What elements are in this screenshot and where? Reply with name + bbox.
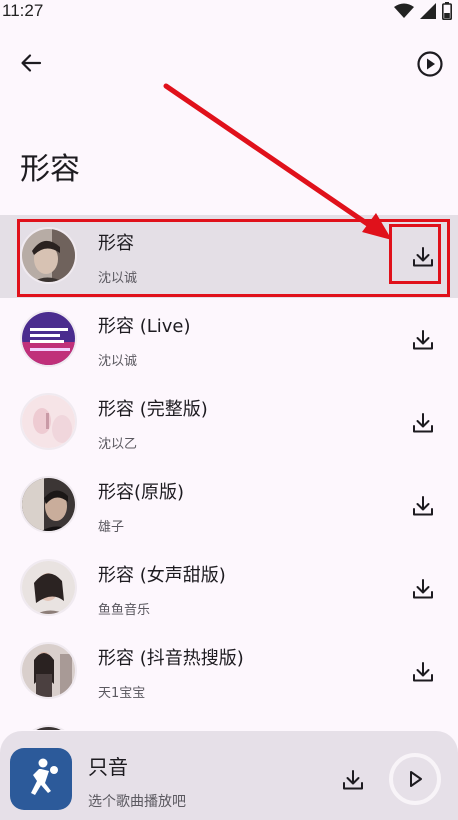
song-artist: 天1宝宝 bbox=[98, 686, 146, 701]
mini-player[interactable]: 只音 选个歌曲播放吧 bbox=[0, 731, 458, 820]
status-time: 11:27 bbox=[2, 1, 44, 20]
song-artist: 雄子 bbox=[98, 520, 125, 535]
song-artist: 沈以诚 bbox=[98, 354, 138, 369]
download-button[interactable] bbox=[406, 491, 440, 521]
download-icon bbox=[343, 770, 363, 790]
album-cover bbox=[20, 642, 77, 699]
download-icon bbox=[413, 413, 433, 433]
song-list[interactable]: 形容 沈以诚 形容 (Live) 沈以诚 形容 (完整版) 沈以乙 形容(原版)… bbox=[0, 215, 458, 730]
download-button[interactable] bbox=[406, 242, 440, 272]
song-item[interactable]: 形容 (完整版) 沈以乙 bbox=[0, 381, 458, 464]
album-cover bbox=[20, 393, 77, 450]
download-button[interactable] bbox=[406, 408, 440, 438]
back-button[interactable] bbox=[14, 46, 48, 80]
song-artist: 沈以诚 bbox=[98, 271, 138, 286]
status-icons bbox=[394, 2, 452, 20]
song-item[interactable] bbox=[0, 713, 458, 730]
player-subtitle: 选个歌曲播放吧 bbox=[88, 794, 186, 810]
top-app-bar bbox=[0, 40, 458, 84]
song-title: 形容 bbox=[98, 233, 134, 254]
download-button[interactable] bbox=[406, 574, 440, 604]
album-cover bbox=[20, 310, 77, 367]
song-title: 形容 (女声甜版) bbox=[98, 565, 226, 586]
download-icon bbox=[413, 579, 433, 599]
app-logo bbox=[10, 748, 72, 810]
play-icon bbox=[410, 771, 422, 787]
song-title: 形容 (完整版) bbox=[98, 399, 208, 420]
album-cover bbox=[20, 559, 77, 616]
song-title: 形容(原版) bbox=[98, 482, 185, 503]
album-cover bbox=[20, 725, 77, 730]
song-item[interactable]: 形容(原版) 雄子 bbox=[0, 464, 458, 547]
download-button[interactable] bbox=[406, 657, 440, 687]
download-button[interactable] bbox=[406, 325, 440, 355]
arrow-back-icon bbox=[21, 54, 42, 72]
page-title: 形容 bbox=[20, 152, 80, 187]
signal-icon bbox=[420, 3, 436, 19]
status-bar: 11:27 bbox=[0, 0, 458, 22]
song-item[interactable]: 形容 (女声甜版) 鱼鱼音乐 bbox=[0, 547, 458, 630]
wifi-icon bbox=[394, 3, 414, 18]
download-icon bbox=[413, 662, 433, 682]
song-artist: 沈以乙 bbox=[98, 437, 138, 452]
player-download-button[interactable] bbox=[338, 765, 368, 795]
song-title: 形容 (抖音热搜版) bbox=[98, 648, 244, 669]
play-circle-icon bbox=[417, 51, 443, 77]
download-icon bbox=[413, 247, 433, 267]
download-icon bbox=[413, 330, 433, 350]
player-play-button[interactable] bbox=[389, 753, 441, 805]
play-all-button[interactable] bbox=[414, 48, 446, 80]
player-title: 只音 bbox=[88, 755, 128, 779]
song-item[interactable]: 形容 沈以诚 bbox=[0, 215, 458, 298]
song-item[interactable]: 形容 (抖音热搜版) 天1宝宝 bbox=[0, 630, 458, 713]
battery-icon bbox=[442, 2, 452, 20]
album-cover bbox=[20, 476, 77, 533]
song-title: 形容 (Live) bbox=[98, 316, 191, 337]
album-cover bbox=[20, 227, 77, 284]
song-item[interactable]: 形容 (Live) 沈以诚 bbox=[0, 298, 458, 381]
download-icon bbox=[413, 496, 433, 516]
song-artist: 鱼鱼音乐 bbox=[98, 603, 151, 618]
basketball-player-icon bbox=[31, 758, 58, 795]
